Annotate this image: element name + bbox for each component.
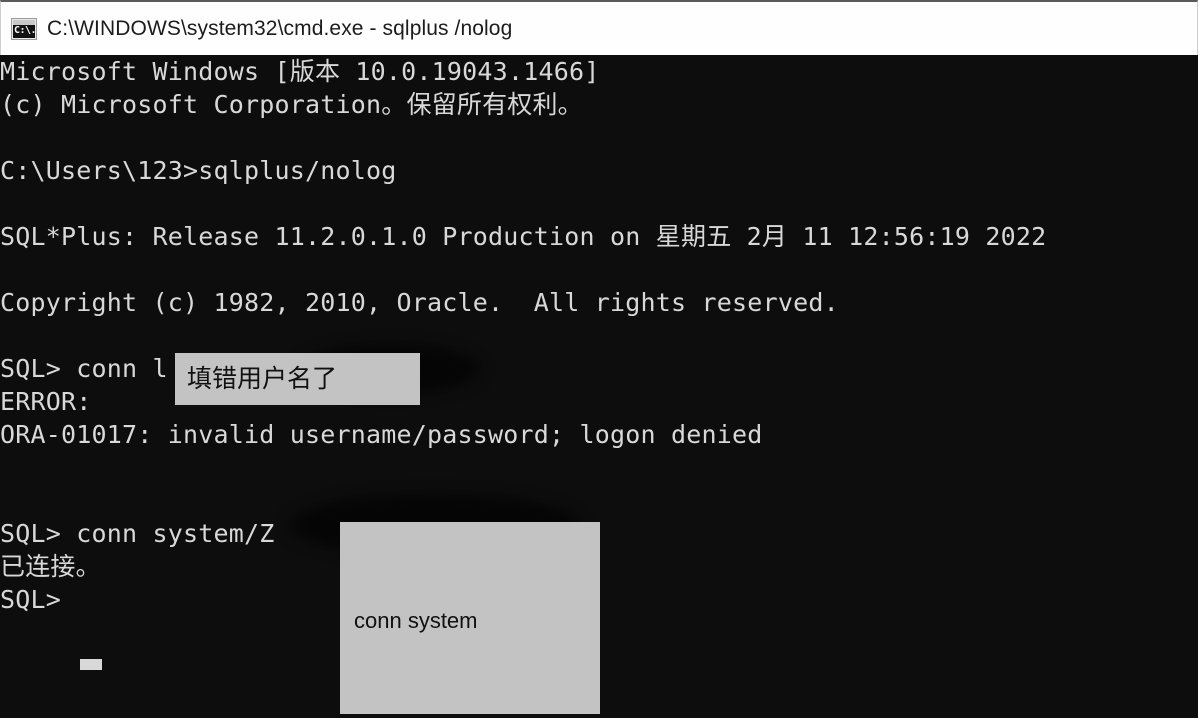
terminal-line: SQL> conn system/Z [0,519,275,548]
terminal-line: SQL> conn l [0,354,168,383]
terminal-line: ERROR: [0,387,92,416]
terminal-line: Microsoft Windows [版本 10.0.19043.1466] [0,57,600,86]
terminal-line: (c) Microsoft Corporation。保留所有权利。 [0,90,583,119]
annotation-note-conn-system-line1: conn system [354,608,478,634]
annotation-note-wrong-username: 填错用户名了 [175,353,420,405]
terminal-line: ORA-01017: invalid username/password; lo… [0,420,763,449]
terminal-line: C:\Users\123>sqlplus/nolog [0,156,397,185]
cmd-console-icon: C:\. [11,17,37,40]
terminal-line: 已连接。 [0,552,101,581]
annotation-note-wrong-username-text: 填错用户名了 [187,364,338,393]
cmd-console-icon-prompt-glyph: C:\. [14,24,37,36]
window-title-bar[interactable]: C:\. C:\WINDOWS\system32\cmd.exe - sqlpl… [0,0,1198,55]
terminal-line: SQL*Plus: Release 11.2.0.1.0 Production … [0,222,1047,251]
annotation-note-conn-system: conn system 密码是你的口令 [340,522,600,714]
cmd-console-window: C:\. C:\WINDOWS\system32\cmd.exe - sqlpl… [0,0,1198,718]
cmd-console-icon-screen: C:\. [13,19,37,38]
terminal-text-caret [80,659,102,670]
window-title-text: C:\WINDOWS\system32\cmd.exe - sqlplus /n… [47,16,513,40]
cmd-console-icon-titlestrip [13,19,35,25]
terminal-line: SQL> [0,585,62,614]
terminal-line: Copyright (c) 1982, 2010, Oracle. All ri… [0,288,839,317]
